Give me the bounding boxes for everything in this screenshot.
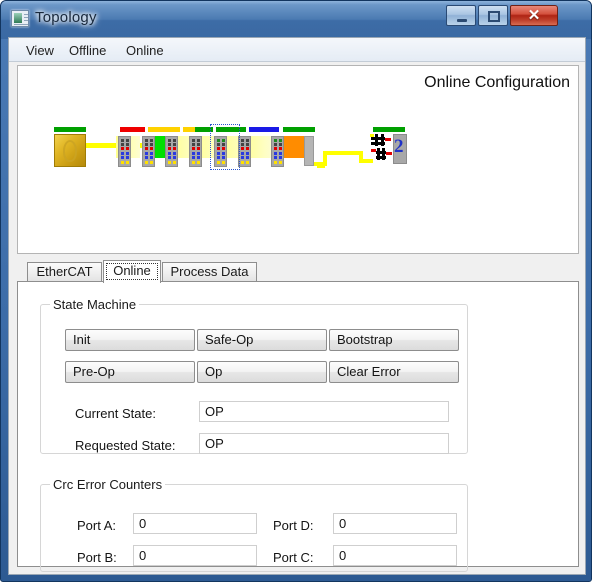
- tab-process-data[interactable]: Process Data: [162, 262, 257, 282]
- backplane-orange: [283, 136, 304, 158]
- port-c-value[interactable]: 0: [333, 545, 457, 566]
- bus-wire-stub: [317, 165, 325, 168]
- maximize-button[interactable]: [478, 5, 508, 26]
- menu-bar: View Offline Online: [9, 38, 585, 62]
- backplane-5: [249, 136, 271, 158]
- port-c-label: Port C:: [273, 550, 314, 565]
- device-slave-2[interactable]: [142, 136, 155, 167]
- port-b-label: Port B:: [77, 550, 117, 565]
- status-bar-slave-6: [283, 127, 315, 132]
- topology-panel[interactable]: Online Configuration 2: [17, 65, 579, 254]
- bus-wire-drop-c: [323, 151, 363, 155]
- safe-op-button[interactable]: Safe-Op: [197, 329, 327, 351]
- status-bar-slave-1: [120, 127, 145, 132]
- window-app-icon: [11, 10, 29, 27]
- close-button[interactable]: ✕: [510, 5, 558, 26]
- port-d-label: Port D:: [273, 518, 314, 533]
- device-end-plate[interactable]: [304, 136, 314, 166]
- device-slave-7[interactable]: [271, 136, 284, 167]
- status-bar-slave-2: [148, 127, 180, 132]
- requested-state-label: Requested State:: [75, 438, 176, 453]
- tab-strip: EtherCAT Online Process Data: [17, 260, 579, 283]
- current-state-value[interactable]: OP: [199, 401, 449, 422]
- state-machine-group: State Machine Init Safe-Op Bootstrap Pre…: [40, 297, 468, 454]
- tab-online[interactable]: Online: [103, 260, 161, 283]
- port-d-value[interactable]: 0: [333, 513, 457, 534]
- topology-canvas[interactable]: 2: [18, 66, 578, 253]
- device-slave-4[interactable]: [189, 136, 202, 167]
- status-bar-slave-3a: [183, 127, 195, 132]
- minimize-icon: [447, 6, 475, 25]
- crc-error-counters-group: Crc Error Counters Port A: 0 Port B: 0 P…: [40, 477, 468, 572]
- tab-ethercat[interactable]: EtherCAT: [27, 262, 102, 282]
- tab-focus-ring: [106, 263, 158, 280]
- init-button[interactable]: Init: [65, 329, 195, 351]
- clear-error-button[interactable]: Clear Error: [329, 361, 459, 383]
- window-title: Topology: [35, 9, 97, 26]
- op-button[interactable]: Op: [197, 361, 327, 383]
- current-state-label: Current State:: [75, 406, 156, 421]
- selection-marquee: [210, 124, 240, 170]
- maximize-icon: [479, 6, 507, 25]
- port-b-value[interactable]: 0: [133, 545, 257, 566]
- coupler-glyph-top[interactable]: [371, 134, 393, 147]
- application-window: Topology ✕ View Offline Online Online Co…: [0, 0, 592, 582]
- tab-page-online: State Machine Init Safe-Op Bootstrap Pre…: [17, 281, 579, 572]
- title-bar: Topology ✕: [1, 1, 591, 39]
- port-a-label: Port A:: [77, 518, 117, 533]
- coupler-glyph-bottom[interactable]: [371, 148, 393, 161]
- pre-op-button[interactable]: Pre-Op: [65, 361, 195, 383]
- menu-item-offline[interactable]: Offline: [64, 42, 111, 59]
- status-bar-slave-5: [249, 127, 279, 132]
- state-machine-group-label: State Machine: [50, 297, 140, 312]
- minimize-button[interactable]: [446, 5, 476, 26]
- device-master[interactable]: [54, 134, 86, 167]
- client-area: View Offline Online Online Configuration: [8, 37, 586, 575]
- device-slave-3[interactable]: [165, 136, 178, 167]
- device-slave-1[interactable]: [118, 136, 131, 167]
- coupler-index-label: 2: [394, 136, 404, 157]
- close-icon: ✕: [527, 7, 541, 24]
- port-a-value[interactable]: 0: [133, 513, 257, 534]
- crc-error-counters-group-label: Crc Error Counters: [50, 477, 166, 492]
- status-bar-coupler: [373, 127, 405, 132]
- requested-state-value[interactable]: OP: [199, 433, 449, 454]
- status-bar-master: [54, 127, 86, 132]
- menu-item-view[interactable]: View: [21, 42, 59, 59]
- bootstrap-button[interactable]: Bootstrap: [329, 329, 459, 351]
- menu-item-online[interactable]: Online: [121, 42, 169, 59]
